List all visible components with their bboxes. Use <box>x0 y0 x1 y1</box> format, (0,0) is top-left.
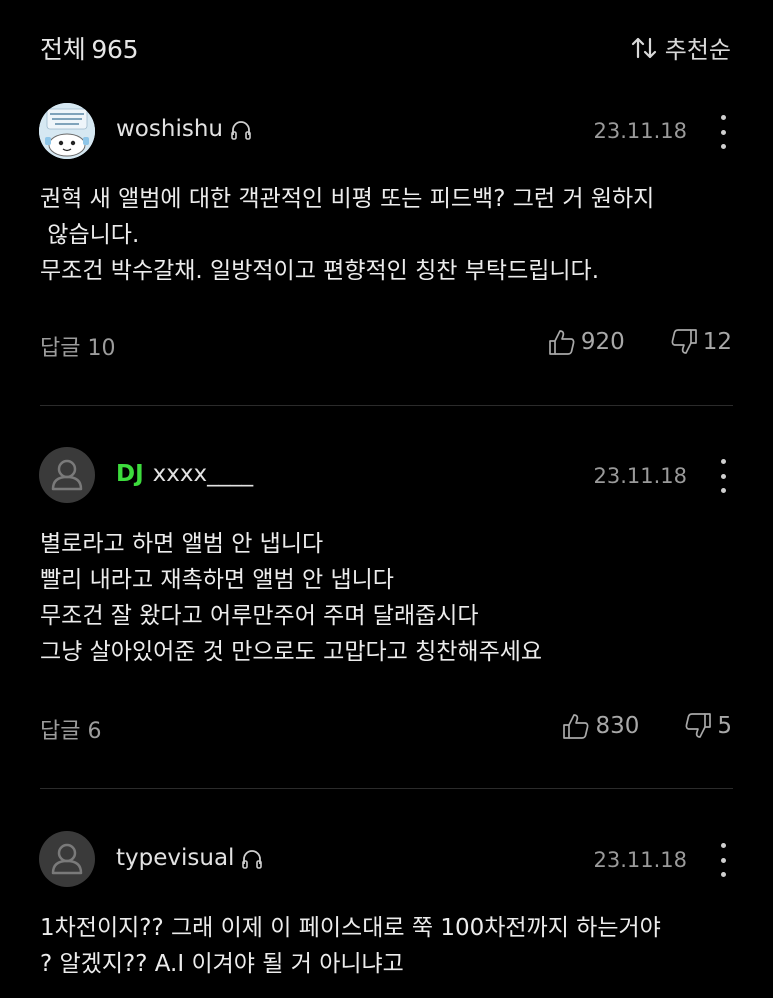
avatar[interactable] <box>39 103 95 159</box>
comment-total: 전체 965 <box>40 30 139 66</box>
username-row[interactable]: DJ xxxx____ <box>116 461 253 487</box>
comment-line: 그냥 살아있어준 것 만으로도 고맙다고 칭찬해주세요 <box>40 639 543 665</box>
comment-body: 권혁 새 앨범에 대한 객관적인 비평 또는 피드백? 그런 거 원하지 않습니… <box>40 181 740 289</box>
vote-group: 920 12 <box>547 328 732 356</box>
dj-badge: DJ <box>116 461 144 487</box>
dislike-count: 12 <box>702 329 732 355</box>
divider <box>40 405 733 406</box>
total-label: 전체 <box>40 35 86 64</box>
comment-line: 무조건 잘 왔다고 어루만주어 주며 달래줍시다 <box>40 603 479 629</box>
comment-date: 23.11.18 <box>593 464 687 488</box>
reply-count: 10 <box>87 336 116 361</box>
comment-body: 1차전이지?? 그래 이제 이 페이스대로 쭉 100차전까지 하는거야 ? 알… <box>40 910 740 982</box>
sort-button[interactable]: 추천순 <box>631 30 731 65</box>
thumbs-down-icon <box>685 713 712 738</box>
divider <box>40 788 733 789</box>
total-count: 965 <box>91 35 139 64</box>
sort-label: 추천순 <box>664 36 731 64</box>
username[interactable]: typevisual <box>116 845 234 871</box>
comment-line: 1차전이지?? 그래 이제 이 페이스대로 쭉 100차전까지 하는거야 <box>40 915 661 941</box>
thumbs-down-icon <box>671 329 697 354</box>
thumbs-up-icon <box>563 714 589 739</box>
comment-body: 별로라고 하면 앨범 안 냅니다 빨리 내라고 재촉하면 앨범 안 냅니다 무조… <box>40 526 740 670</box>
sort-arrows-icon <box>631 37 656 58</box>
profile-image <box>39 103 95 159</box>
comment-line: 별로라고 하면 앨범 안 냅니다 <box>40 531 324 557</box>
vote-group: 830 5 <box>561 712 732 740</box>
username-row[interactable]: typevisual <box>116 845 264 871</box>
default-avatar-icon <box>51 459 83 491</box>
comment-date: 23.11.18 <box>593 119 687 143</box>
headphone-icon <box>231 121 251 140</box>
comment-line: 않습니다. <box>40 222 140 248</box>
comment-line: 권혁 새 앨범에 대한 객관적인 비평 또는 피드백? 그런 거 원하지 <box>40 186 655 212</box>
more-vertical-icon[interactable] <box>717 115 729 149</box>
reply-button[interactable]: 답글 10 <box>40 330 115 362</box>
dislike-button[interactable]: 5 <box>683 712 732 740</box>
reply-button[interactable]: 답글 6 <box>40 713 101 745</box>
like-button[interactable]: 830 <box>561 712 639 740</box>
comments-header: 전체 965 추천순 <box>0 0 773 92</box>
username[interactable]: woshishu <box>116 116 223 142</box>
username-row[interactable]: woshishu <box>116 116 253 142</box>
like-button[interactable]: 920 <box>547 328 625 356</box>
dislike-button[interactable]: 12 <box>669 328 732 356</box>
reply-label: 답글 <box>40 336 81 361</box>
comment-line: 빨리 내라고 재촉하면 앨범 안 냅니다 <box>40 567 394 593</box>
avatar[interactable] <box>39 831 95 887</box>
dislike-count: 5 <box>717 713 732 739</box>
thumbs-up-icon <box>548 330 575 355</box>
comment-line: ? 알겠지?? A.I 이겨야 될 거 아니냐고 <box>40 951 404 977</box>
like-count: 920 <box>580 329 625 355</box>
like-count: 830 <box>595 713 640 739</box>
avatar[interactable] <box>39 447 95 503</box>
reply-count: 6 <box>87 719 102 744</box>
comment-date: 23.11.18 <box>593 848 687 872</box>
username[interactable]: xxxx____ <box>153 461 253 487</box>
default-avatar-icon <box>51 843 83 875</box>
more-vertical-icon[interactable] <box>717 843 729 877</box>
comment-line: 무조건 박수갈채. 일방적이고 편향적인 칭찬 부탁드립니다. <box>40 258 600 284</box>
headphone-icon <box>242 850 263 869</box>
reply-label: 답글 <box>40 719 81 744</box>
more-vertical-icon[interactable] <box>717 459 729 493</box>
